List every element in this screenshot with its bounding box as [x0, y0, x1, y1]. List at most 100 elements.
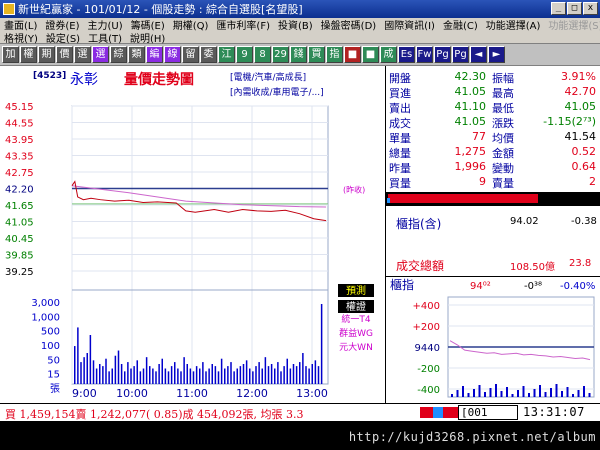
toolbar-button-25[interactable]: Pg [452, 46, 469, 63]
volume-bar [305, 366, 307, 384]
toolbar-button-10[interactable]: 留 [182, 46, 199, 63]
volume-bar [230, 362, 232, 384]
volume-bar [314, 360, 317, 384]
menu-view[interactable]: 格視(Y) [0, 30, 42, 45]
menu-forex[interactable]: 匯市利率(F) [212, 17, 274, 32]
menu-finance[interactable]: 金融(C) [439, 17, 482, 32]
volume-bar [74, 346, 76, 384]
volume-bar [289, 368, 292, 384]
menu-tools[interactable]: 工具(T) [84, 30, 126, 45]
volume-bar [249, 368, 251, 384]
volume-bar [311, 364, 313, 384]
quote-value: 1,996 [454, 160, 487, 173]
menu-bar: 畫面(L) 證券(E) 主力(U) 籌碼(E) 期權(Q) 匯市利率(F) 投資… [0, 17, 600, 45]
clock: 13:31:07 [523, 405, 585, 419]
mini-volume-bar [495, 384, 497, 397]
price-tick-label: 42.20 [5, 185, 34, 196]
menu-help[interactable]: 說明(H) [126, 30, 169, 45]
mini-volume-bar [500, 391, 503, 397]
toolbar-button-18[interactable]: 指 [326, 46, 343, 63]
ask-bar [387, 198, 390, 203]
volume-bar [220, 358, 223, 384]
quote-label: 最低 [492, 102, 514, 115]
toolbar-button-4[interactable]: 選 [74, 46, 91, 63]
toolbar-button-11[interactable]: 委 [200, 46, 217, 63]
toolbar-button-8[interactable]: 編 [146, 46, 163, 63]
toolbar-button-26[interactable]: ◄ [470, 46, 487, 63]
toolbar-button-21[interactable]: 成 [380, 46, 397, 63]
volume-bar [80, 362, 82, 384]
volume-bar [92, 360, 95, 384]
price-volume-chart[interactable]: 45.15 44.55 43.95 43.35 42.75 42.20 41.65 41.05… [0, 66, 385, 403]
price-volume-chart-panel: [4523] 永彰 量價走勢圖 [電機/汽車/高成長] [內需收成/車用電子/.… [0, 66, 385, 403]
volume-bar [177, 368, 179, 384]
menu-intl-info[interactable]: 國際資訊(I) [380, 17, 439, 32]
menu-function-a[interactable]: 功能選擇(A) [482, 17, 545, 32]
toolbar-button-12[interactable]: 江 [218, 46, 235, 63]
toolbar-button-6[interactable]: 綜 [110, 46, 127, 63]
volume-bar [186, 364, 188, 384]
quote-label: 昨量 [389, 162, 411, 175]
app-icon [3, 3, 15, 15]
volume-bar [155, 371, 157, 384]
quote-value: 41.05 [454, 115, 487, 128]
mini-volume-bar [566, 387, 569, 397]
toolbar-button-15[interactable]: 29 [272, 46, 289, 63]
volume-bar [224, 368, 226, 384]
quote-value: 2 [589, 175, 596, 188]
volume-tick-label: 張 [50, 383, 60, 395]
toolbar-button-9[interactable]: 線 [164, 46, 181, 63]
toolbar-button-24[interactable]: Pg [434, 46, 451, 63]
close-button[interactable]: x [583, 2, 598, 15]
toolbar-button-0[interactable]: 加 [2, 46, 19, 63]
volume-tick-label: 1,000 [31, 312, 60, 323]
legend-button-label: 預測 [346, 284, 366, 297]
maximize-button[interactable]: □ [567, 2, 582, 15]
toolbar-button-7[interactable]: 類 [128, 46, 145, 63]
quote-label: 單量 [389, 132, 411, 145]
mini-volume-bar [489, 388, 492, 397]
toolbar-button-14[interactable]: 8 [254, 46, 271, 63]
toolbar-button-19[interactable]: ■ [344, 46, 361, 63]
volume-bar [261, 368, 263, 384]
toolbar-button-13[interactable]: 9 [236, 46, 253, 63]
menu-settings[interactable]: 設定(S) [42, 30, 84, 45]
toolbar-button-27[interactable]: ► [488, 46, 505, 63]
minimize-button[interactable]: _ [551, 2, 566, 15]
volume-bar [199, 368, 201, 384]
volume-bar [302, 353, 304, 384]
window-title: 新世紀贏家 - 101/01/12 - 個股走勢 : 綜合自選股[名望股] [18, 3, 303, 16]
mini-index-label: 櫃指 [390, 277, 414, 292]
window-controls: _ □ x [551, 2, 598, 15]
index-mini-chart[interactable]: 櫃指 94⁰² -0³⁸ -0.40% +400 +200 9440 -200 -400 [386, 277, 600, 403]
toolbar-button-17[interactable]: 買 [308, 46, 325, 63]
otc-index-change: -0.38 [571, 216, 597, 227]
volume-bar [286, 358, 288, 384]
mini-volume-bar [451, 394, 453, 397]
toolbar-button-2[interactable]: 期 [38, 46, 55, 63]
volume-bar [130, 368, 132, 384]
menu-trading-code[interactable]: 操盤密碼(D) [317, 17, 381, 32]
stock-code-input[interactable]: [001 [458, 405, 518, 420]
volume-bar [236, 368, 238, 384]
menu-options[interactable]: 期權(Q) [169, 17, 213, 32]
time-tick-label: 13:00 [296, 387, 328, 400]
toolbar-button-3[interactable]: 價 [56, 46, 73, 63]
toolbar-button-1[interactable]: 權 [20, 46, 37, 63]
volume-bar [195, 366, 198, 384]
volume-bar [252, 371, 254, 384]
volume-tick-label: 50 [47, 355, 60, 366]
toolbar-button-16[interactable]: 錢 [290, 46, 307, 63]
toolbar-button-20[interactable]: ■ [362, 46, 379, 63]
quote-value: 1,275 [454, 145, 487, 158]
status-bar-red [420, 407, 433, 418]
toolbar-button-22[interactable]: Es [398, 46, 415, 63]
toolbar-button-5[interactable]: 選 [92, 46, 109, 63]
volume-bar [158, 364, 160, 384]
watermark: http://kujd3268.pixnet.net/album [348, 430, 596, 444]
toolbar-button-23[interactable]: Fw [416, 46, 433, 63]
mini-volume-bar [467, 393, 470, 397]
menu-function-s[interactable]: 功能選擇(S) [544, 17, 600, 32]
mini-volume-bar [550, 388, 552, 397]
menu-invest[interactable]: 投資(B) [274, 17, 317, 32]
